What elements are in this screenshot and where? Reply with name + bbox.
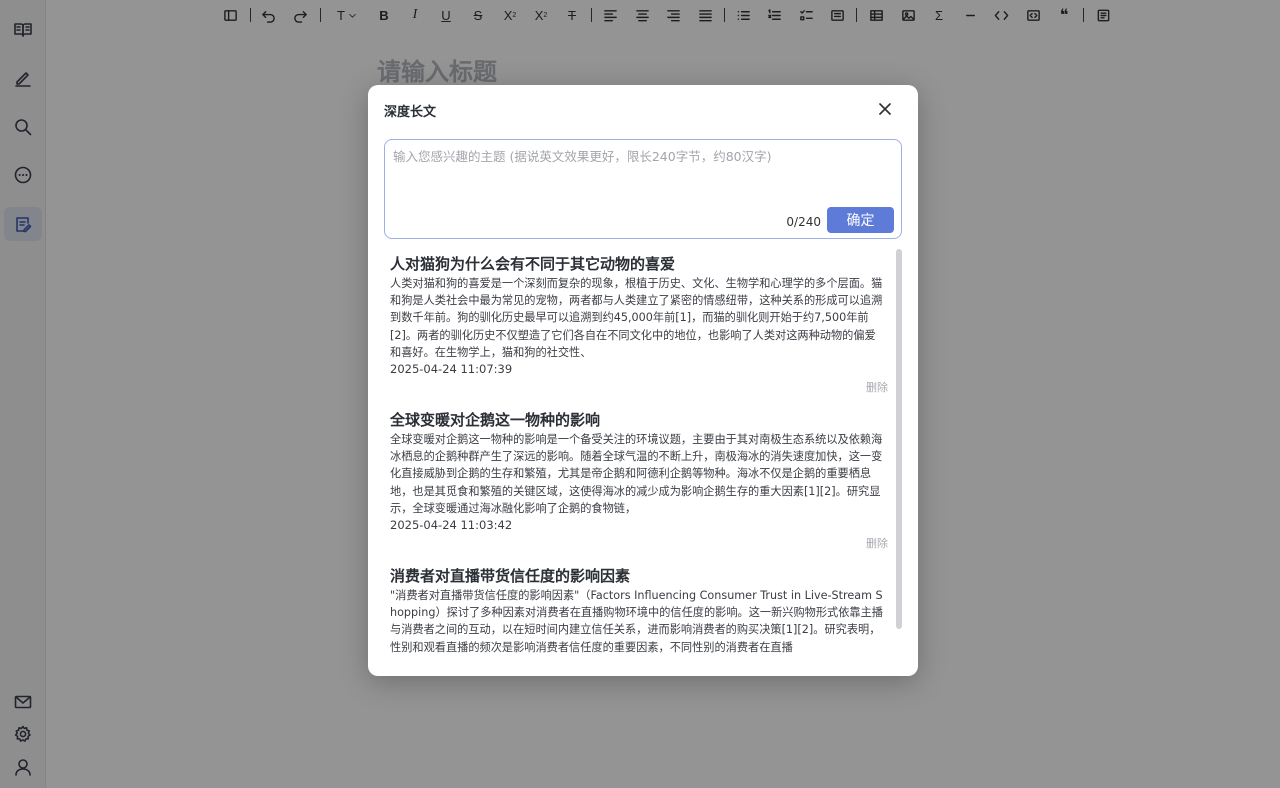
article-summary: "消费者对直播带货信任度的影响因素"（Factors Influencing C…	[390, 589, 883, 654]
close-button[interactable]	[876, 100, 894, 118]
article-timestamp: 2025-04-24 11:07:39	[390, 362, 513, 377]
article-title[interactable]: 全球变暖对企鹅这一物种的影响	[390, 409, 884, 431]
article-history-list[interactable]: 人对猫狗为什么会有不同于其它动物的喜爱 人类对猫和狗的喜爱是一个深刻而复杂的现象…	[384, 249, 898, 667]
modal-title: 深度长文	[384, 105, 437, 120]
long-article-modal: 深度长文 0/240 确定 人对猫狗为什么会有不同于其它动物的喜爱 人类对猫和狗…	[368, 85, 918, 676]
delete-button[interactable]: 删除	[390, 380, 888, 396]
article-summary: 人类对猫和狗的喜爱是一个深刻而复杂的现象，根植于历史、文化、生物学和心理学的多个…	[390, 277, 883, 359]
article-timestamp: 2025-04-24 11:03:42	[390, 518, 513, 533]
list-scrollbar[interactable]	[896, 249, 902, 629]
list-item[interactable]: 消费者对直播带货信任度的影响因素 "消费者对直播带货信任度的影响因素"（Fact…	[390, 565, 884, 656]
topic-input[interactable]	[393, 146, 893, 206]
delete-button[interactable]: 删除	[390, 536, 888, 552]
close-icon	[879, 103, 891, 115]
confirm-button[interactable]: 确定	[827, 207, 894, 233]
list-item[interactable]: 全球变暖对企鹅这一物种的影响 全球变暖对企鹅这一物种的影响是一个备受关注的环境议…	[390, 409, 888, 552]
char-counter: 0/240	[786, 215, 821, 229]
topic-input-box: 0/240 确定	[384, 139, 902, 239]
article-summary: 全球变暖对企鹅这一物种的影响是一个备受关注的环境议题，主要由于其对南极生态系统以…	[390, 433, 883, 515]
list-item[interactable]: 人对猫狗为什么会有不同于其它动物的喜爱 人类对猫和狗的喜爱是一个深刻而复杂的现象…	[390, 253, 888, 396]
article-title[interactable]: 消费者对直播带货信任度的影响因素	[390, 565, 884, 587]
article-title[interactable]: 人对猫狗为什么会有不同于其它动物的喜爱	[390, 253, 884, 275]
